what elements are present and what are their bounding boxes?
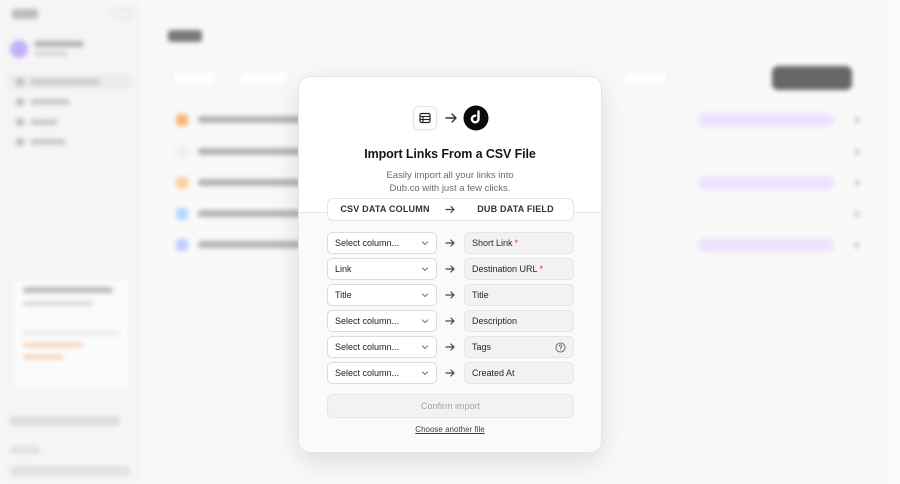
arrow-right-icon [445, 265, 455, 273]
chevron-down-icon [421, 241, 429, 246]
dub-field-label: Short Link [472, 238, 513, 248]
choose-another-file-link[interactable]: Choose another file [299, 425, 601, 434]
column-select-value: Select column... [335, 342, 400, 352]
arrow-right-icon [445, 369, 455, 377]
dub-field: Tags [464, 336, 574, 358]
column-select-value: Select column... [335, 238, 400, 248]
required-marker: * [514, 238, 519, 248]
dub-field: Description [464, 310, 574, 332]
chevron-down-icon [421, 345, 429, 350]
mapping-row-short-link: Select column... Short Link * [327, 232, 574, 254]
column-select-value: Select column... [335, 368, 400, 378]
column-select[interactable]: Select column... [327, 362, 437, 384]
mapping-row-created-at: Select column... Created At [327, 362, 574, 384]
chevron-down-icon [421, 267, 429, 272]
column-select-value: Link [335, 264, 352, 274]
mapping-row-description: Select column... Description [327, 310, 574, 332]
dub-field: Destination URL * [464, 258, 574, 280]
chevron-down-icon [421, 371, 429, 376]
arrow-right-icon [445, 239, 455, 247]
arrow-right-icon [445, 343, 455, 351]
dub-field: Created At [464, 362, 574, 384]
question-circle-icon[interactable] [555, 342, 566, 353]
column-select-value: Select column... [335, 316, 400, 326]
modal-header: Import Links From a CSV File Easily impo… [299, 77, 601, 213]
required-marker: * [539, 264, 544, 274]
modal-title: Import Links From a CSV File [364, 147, 536, 161]
dub-logo-icon [463, 105, 489, 131]
csv-column-heading: CSV DATA COLUMN [340, 204, 430, 214]
chevron-down-icon [421, 319, 429, 324]
column-select[interactable]: Select column... [327, 232, 437, 254]
mapping-row-destination-url: Link Destination URL * [327, 258, 574, 280]
dub-field-label: Destination URL [472, 264, 538, 274]
column-select[interactable]: Title [327, 284, 437, 306]
dub-field-label: Title [472, 290, 489, 300]
confirm-import-button[interactable]: Confirm import [327, 394, 574, 418]
modal-subtitle: Easily import all your links into Dub.co… [386, 170, 514, 194]
arrow-right-icon [445, 113, 457, 123]
arrow-right-icon [445, 205, 455, 214]
column-select[interactable]: Select column... [327, 336, 437, 358]
table-icon [413, 106, 437, 130]
arrow-right-icon [445, 317, 455, 325]
mapping-header: CSV DATA COLUMN DUB DATA FIELD [327, 198, 574, 221]
table-icon-svg [419, 112, 431, 124]
chevron-down-icon [421, 293, 429, 298]
arrow-right-icon [445, 291, 455, 299]
import-csv-modal: Import Links From a CSV File Easily impo… [298, 76, 602, 453]
column-select[interactable]: Link [327, 258, 437, 280]
column-select-value: Title [335, 290, 352, 300]
dub-field: Short Link * [464, 232, 574, 254]
dub-field-label: Tags [472, 342, 492, 352]
mapping-row-title: Title Title [327, 284, 574, 306]
dub-field-label: Created At [472, 368, 515, 378]
logo-row [413, 105, 489, 131]
dub-field-label: Description [472, 316, 518, 326]
column-select[interactable]: Select column... [327, 310, 437, 332]
dub-field: Title [464, 284, 574, 306]
mapping-row-tags: Select column... Tags [327, 336, 574, 358]
dub-field-heading: DUB DATA FIELD [477, 204, 554, 214]
